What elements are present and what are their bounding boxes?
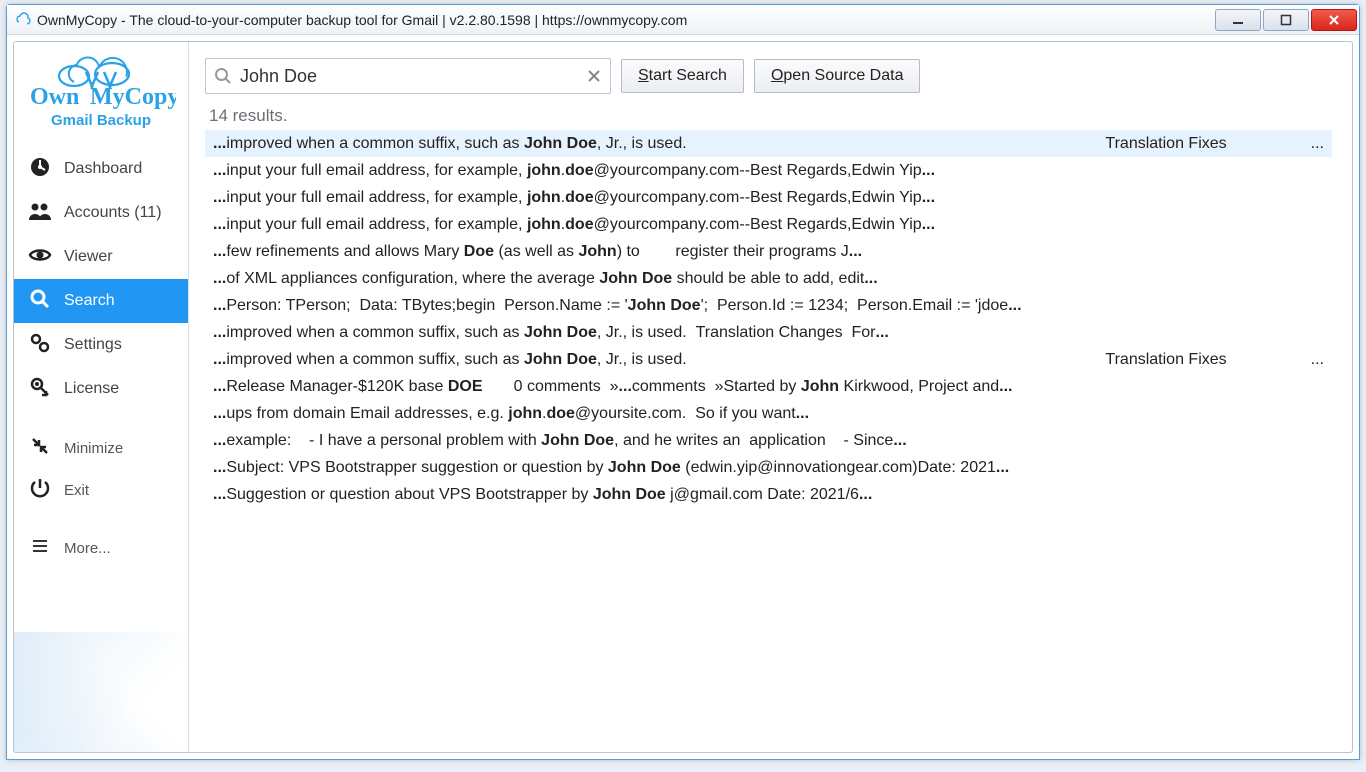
result-row[interactable]: ...of XML appliances configuration, wher… bbox=[205, 265, 1332, 292]
sidebar-item-label: License bbox=[64, 380, 119, 398]
app-window: OwnMyCopy - The cloud-to-your-computer b… bbox=[6, 4, 1360, 760]
sidebar: Own MyCopy Gmail Backup Dashboard Account… bbox=[14, 42, 189, 752]
search-row: Start Search Open Source Data bbox=[205, 58, 1332, 94]
logo-subtitle: Gmail Backup bbox=[14, 112, 188, 129]
clear-search-icon[interactable] bbox=[586, 68, 602, 84]
content-area: Own MyCopy Gmail Backup Dashboard Account… bbox=[13, 41, 1353, 753]
search-input[interactable] bbox=[240, 66, 578, 87]
license-icon bbox=[28, 376, 52, 403]
result-row[interactable]: ...Release Manager-$120K base DOE 0 comm… bbox=[205, 373, 1332, 400]
result-category: Translation Fixes bbox=[1105, 351, 1286, 369]
minimize-window-button[interactable] bbox=[1215, 9, 1261, 31]
viewer-icon bbox=[28, 244, 52, 271]
sidebar-item-label: Viewer bbox=[64, 248, 113, 266]
sidebar-item-settings[interactable]: Settings bbox=[14, 323, 188, 367]
result-row[interactable]: ...Person: TPerson; Data: TBytes;begin P… bbox=[205, 292, 1332, 319]
exit-icon bbox=[28, 477, 52, 503]
result-row[interactable]: ...input your full email address, for ex… bbox=[205, 184, 1332, 211]
result-snippet: ...improved when a common suffix, such a… bbox=[213, 351, 687, 369]
sidebar-item-exit[interactable]: Exit bbox=[14, 469, 188, 511]
result-ellipsis: ... bbox=[1311, 351, 1324, 369]
sidebar-item-license[interactable]: License bbox=[14, 367, 188, 411]
result-snippet: ...of XML appliances configuration, wher… bbox=[213, 270, 878, 288]
sidebar-item-label: Exit bbox=[64, 482, 89, 499]
svg-text:Own: Own bbox=[30, 84, 79, 110]
sidebar-item-viewer[interactable]: Viewer bbox=[14, 235, 188, 279]
minimize-icon bbox=[28, 436, 52, 460]
menu-icon bbox=[28, 536, 52, 560]
dashboard-icon bbox=[28, 156, 52, 183]
result-snippet: ...Release Manager-$120K base DOE 0 comm… bbox=[213, 378, 1013, 396]
result-row[interactable]: ...input your full email address, for ex… bbox=[205, 157, 1332, 184]
main-panel: Start Search Open Source Data 14 results… bbox=[189, 42, 1352, 752]
result-snippet: ...Person: TPerson; Data: TBytes;begin P… bbox=[213, 297, 1022, 315]
result-snippet: ...Subject: VPS Bootstrapper suggestion … bbox=[213, 459, 1009, 477]
search-icon bbox=[28, 288, 52, 315]
result-row[interactable]: ...improved when a common suffix, such a… bbox=[205, 130, 1332, 157]
sidebar-item-search[interactable]: Search bbox=[14, 279, 188, 323]
svg-text:MyCopy: MyCopy bbox=[90, 84, 176, 110]
close-window-button[interactable] bbox=[1311, 9, 1357, 31]
window-title: OwnMyCopy - The cloud-to-your-computer b… bbox=[37, 12, 1213, 28]
results-list: ...improved when a common suffix, such a… bbox=[205, 130, 1332, 752]
start-search-button[interactable]: Start Search bbox=[621, 59, 744, 93]
result-snippet: ...ups from domain Email addresses, e.g.… bbox=[213, 405, 809, 423]
results-count: 14 results. bbox=[209, 106, 1332, 126]
result-row[interactable]: ...Suggestion or question about VPS Boot… bbox=[205, 481, 1332, 508]
sidebar-item-label: Accounts (11) bbox=[64, 204, 162, 222]
sidebar-item-accounts[interactable]: Accounts (11) bbox=[14, 191, 188, 235]
title-bar: OwnMyCopy - The cloud-to-your-computer b… bbox=[7, 5, 1359, 35]
result-ellipsis: ... bbox=[1311, 135, 1324, 153]
sidebar-item-label: Minimize bbox=[64, 440, 123, 457]
accounts-icon bbox=[28, 200, 52, 227]
result-snippet: ...input your full email address, for ex… bbox=[213, 216, 935, 234]
result-snippet: ...input your full email address, for ex… bbox=[213, 162, 935, 180]
result-snippet: ...improved when a common suffix, such a… bbox=[213, 135, 687, 153]
sidebar-item-dashboard[interactable]: Dashboard bbox=[14, 147, 188, 191]
search-box bbox=[205, 58, 611, 94]
app-logo: Own MyCopy bbox=[14, 48, 188, 112]
sidebar-item-label: Settings bbox=[64, 336, 122, 354]
settings-icon bbox=[28, 332, 52, 359]
sidebar-item-label: Search bbox=[64, 292, 115, 310]
open-source-data-button[interactable]: Open Source Data bbox=[754, 59, 921, 93]
result-row[interactable]: ...Subject: VPS Bootstrapper suggestion … bbox=[205, 454, 1332, 481]
result-row[interactable]: ...input your full email address, for ex… bbox=[205, 211, 1332, 238]
app-icon bbox=[15, 12, 31, 28]
search-icon bbox=[214, 67, 232, 85]
result-row[interactable]: ...ups from domain Email addresses, e.g.… bbox=[205, 400, 1332, 427]
result-snippet: ...input your full email address, for ex… bbox=[213, 189, 935, 207]
window-buttons bbox=[1213, 9, 1357, 31]
sidebar-item-label: Dashboard bbox=[64, 160, 142, 178]
result-snippet: ...few refinements and allows Mary Doe (… bbox=[213, 243, 862, 261]
sidebar-item-minimize[interactable]: Minimize bbox=[14, 427, 188, 469]
result-snippet: ...example: - I have a personal problem … bbox=[213, 432, 907, 450]
result-row[interactable]: ...improved when a common suffix, such a… bbox=[205, 319, 1332, 346]
sidebar-item-more[interactable]: More... bbox=[14, 527, 188, 569]
result-snippet: ...Suggestion or question about VPS Boot… bbox=[213, 486, 872, 504]
maximize-window-button[interactable] bbox=[1263, 9, 1309, 31]
result-row[interactable]: ...improved when a common suffix, such a… bbox=[205, 346, 1332, 373]
sidebar-item-label: More... bbox=[64, 540, 111, 557]
result-row[interactable]: ...example: - I have a personal problem … bbox=[205, 427, 1332, 454]
result-row[interactable]: ...few refinements and allows Mary Doe (… bbox=[205, 238, 1332, 265]
result-snippet: ...improved when a common suffix, such a… bbox=[213, 324, 889, 342]
result-category: Translation Fixes bbox=[1105, 135, 1286, 153]
